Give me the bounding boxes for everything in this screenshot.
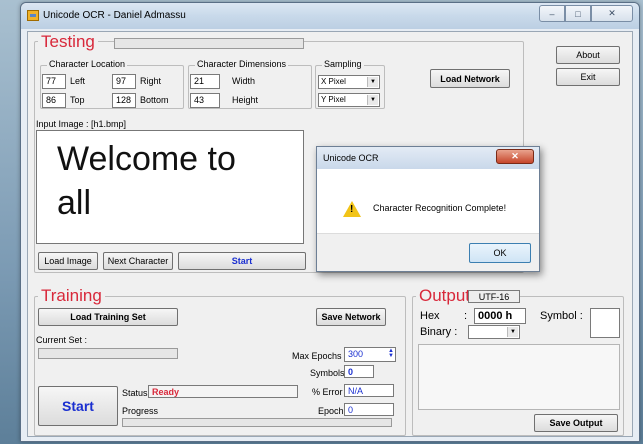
current-set-bar [38,348,178,359]
next-character-button[interactable]: Next Character [103,252,173,270]
window-title: Unicode OCR - Daniel Admassu [43,10,186,21]
input-image-canvas[interactable]: Welcome to all [36,130,304,244]
hex-separator: : [464,310,468,322]
dialog-footer: OK [317,233,539,271]
output-textarea[interactable] [418,344,620,410]
sampling-y-value: Y Pixel [321,95,346,104]
dialog-message: Character Recognition Complete! [373,203,507,213]
hex-label: Hex [420,310,440,322]
symbols-label: Symbols [310,368,345,378]
symbols-value: 0 [344,365,374,378]
client-area: Testing Character Location 77 Left 97 Ri… [27,31,633,437]
max-epochs-input[interactable]: 300 ▲ ▼ [344,347,396,362]
title-bar[interactable]: Unicode OCR - Daniel Admassu – □ ✕ [21,3,639,29]
testing-title: Testing [38,32,98,52]
bottom-input[interactable]: 128 [112,93,136,108]
char-location-legend: Character Location [47,59,128,69]
load-image-button[interactable]: Load Image [38,252,98,270]
training-title: Training [38,286,105,306]
epoch-value: 0 [344,403,394,416]
app-icon [27,10,39,21]
max-epochs-label: Max Epochs [292,351,342,361]
right-label: Right [140,76,162,86]
save-output-button[interactable]: Save Output [534,414,618,432]
binary-select[interactable]: ▼ [468,325,520,339]
exit-button[interactable]: Exit [556,68,620,86]
chevron-down-icon: ▼ [367,77,378,87]
warning-icon-glyph: ! [350,204,354,215]
dialog-close-button[interactable]: ✕ [496,149,534,164]
height-input[interactable]: 43 [190,93,220,108]
sampling-y-select[interactable]: Y Pixel ▼ [318,93,380,107]
image-text-line2: all [57,184,92,222]
main-window: Unicode OCR - Daniel Admassu – □ ✕ Testi… [20,2,640,442]
status-value: Ready [148,385,298,398]
width-label: Width [232,76,256,86]
testing-progress-bar [114,38,304,49]
left-input[interactable]: 77 [42,74,66,89]
maximize-button[interactable]: □ [565,5,591,22]
chevron-down-icon: ▼ [507,327,518,337]
load-network-button[interactable]: Load Network [430,69,510,88]
max-epochs-value: 300 [348,349,364,359]
chevron-down-icon: ▼ [367,95,378,105]
top-input[interactable]: 86 [42,93,66,108]
encoding-badge: UTF-16 [468,290,520,303]
width-input[interactable]: 21 [190,74,220,89]
warning-icon: ! [343,201,361,217]
hex-value: 0000 h [474,308,526,324]
symbol-box [590,308,620,338]
bottom-label: Bottom [140,95,169,105]
save-network-button[interactable]: Save Network [316,308,386,326]
left-label: Left [70,76,86,86]
error-label: % Error [312,387,343,397]
top-label: Top [70,95,85,105]
sampling-legend: Sampling [322,59,364,69]
message-dialog: Unicode OCR ✕ ! Character Recognition Co… [316,146,540,272]
input-image-label: Input Image : [h1.bmp] [36,119,127,129]
dialog-title-bar[interactable]: Unicode OCR ✕ [317,147,539,169]
spinner-arrows-icon[interactable]: ▲ ▼ [388,348,394,359]
testing-start-button[interactable]: Start [178,252,306,270]
sampling-x-value: X Pixel [321,77,346,86]
char-dims-legend: Character Dimensions [195,59,289,69]
training-start-button[interactable]: Start [38,386,118,426]
sampling-x-select[interactable]: X Pixel ▼ [318,75,380,89]
close-button[interactable]: ✕ [591,5,633,22]
binary-label: Binary : [420,326,458,338]
dialog-title: Unicode OCR [323,153,379,163]
progress-label: Progress [122,406,159,416]
minimize-button[interactable]: – [539,5,565,22]
symbol-label: Symbol : [540,310,583,322]
load-training-set-button[interactable]: Load Training Set [38,308,178,326]
error-value: N/A [344,384,394,397]
right-input[interactable]: 97 [112,74,136,89]
current-set-label: Current Set : [36,335,88,345]
training-progress-bar [122,418,392,427]
ok-button[interactable]: OK [469,243,531,263]
about-button[interactable]: About [556,46,620,64]
height-label: Height [232,95,259,105]
output-title: Output [416,286,474,306]
